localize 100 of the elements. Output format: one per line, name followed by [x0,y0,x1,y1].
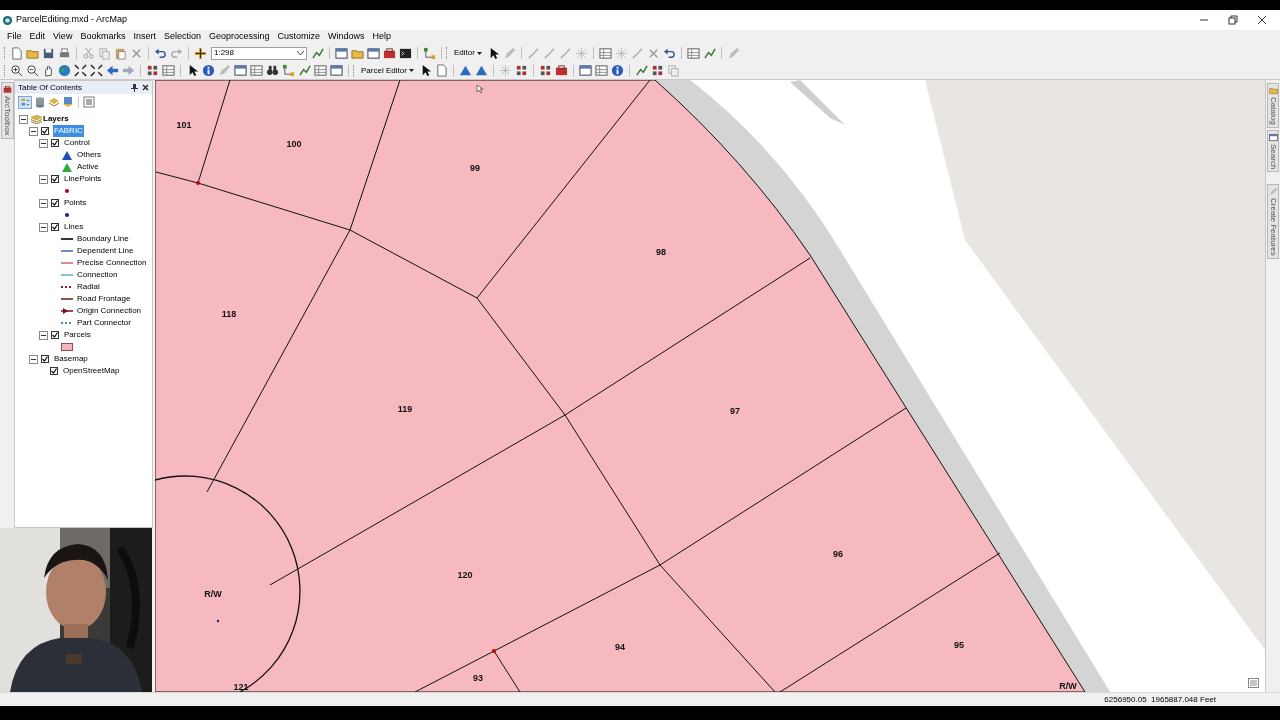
menu-item[interactable]: View [49,30,77,44]
checkbox[interactable] [41,127,49,135]
layer-name[interactable]: Lines [63,221,85,233]
parcel-label: 94 [615,642,625,652]
add-data-icon[interactable] [194,46,207,60]
paste-icon[interactable] [114,46,127,60]
pan-icon[interactable] [42,64,55,77]
layer-name[interactable]: Parcels [63,329,92,341]
window-title: ParcelEditing.mxd - ArcMap [16,13,128,27]
layers-icon[interactable] [48,96,60,108]
menu-item[interactable]: File [3,30,26,44]
parcel-editor-menu[interactable]: Parcel Editor [358,63,417,78]
full-extent-icon[interactable] [58,64,71,77]
layer-name[interactable]: Control [63,137,91,149]
checkbox[interactable] [50,367,58,375]
menu-item[interactable]: Help [368,30,396,44]
close-icon[interactable] [142,84,149,91]
expand-toggle[interactable] [19,114,28,124]
legend-label: Active [77,161,99,173]
database-icon[interactable] [34,96,46,108]
legend-label: Radial [77,281,100,293]
legend-label: Origin Connection [77,305,142,317]
checkbox[interactable] [51,199,59,207]
parcel-label: 121 [233,682,249,692]
menu-item[interactable]: Selection [159,30,205,44]
expand-toggle[interactable] [39,222,48,232]
back-arrow-icon[interactable] [106,64,119,77]
checkbox[interactable] [51,139,59,147]
menu-item[interactable]: Edit [25,30,50,44]
fixed-zoom-in-icon[interactable] [74,64,87,77]
zoom-in-icon[interactable] [10,64,23,77]
checkbox[interactable] [51,223,59,231]
undo-icon[interactable] [154,46,167,60]
pencil-icon [1268,186,1278,196]
expand-toggle[interactable] [39,198,48,208]
save-icon[interactable] [42,46,55,60]
parcel-label: 99 [470,163,480,173]
pin-icon[interactable] [131,83,138,92]
legend-label: Road Frontage [77,293,131,305]
layer-name[interactable]: Basemap [53,353,89,365]
coordinates-readout: 6256950.05 1965887.048 Feet [1104,693,1216,706]
editor-menu[interactable]: Editor [451,46,485,60]
layer-name[interactable]: Layers [42,113,70,125]
attributes-icon[interactable] [686,46,700,60]
menu-item[interactable]: Insert [129,30,160,44]
expand-toggle[interactable] [39,174,48,184]
python-window-icon[interactable] [399,46,412,60]
side-tab[interactable]: ArcToolbox [0,82,14,139]
parcel-window-icon[interactable] [578,64,592,77]
lines-grid-icon[interactable] [594,64,608,77]
expand-toggle[interactable] [39,330,48,340]
parcel-label: 119 [397,404,413,414]
toolbox-icon [2,85,12,94]
panel-title: Table Of Contents [18,81,83,94]
parcel-label: 97 [730,406,740,416]
identify-icon[interactable] [202,64,215,77]
parcel-label: 120 [457,570,473,580]
parcel-label: 95 [954,640,964,650]
expand-toggle[interactable] [29,126,38,136]
parcel-label: R/W [1059,681,1077,691]
scale-dropdown[interactable]: 1:298 [211,46,307,60]
print-icon[interactable] [58,46,71,60]
zoom-out-icon[interactable] [26,64,39,77]
window-icon [1268,132,1278,142]
folder-icon [1268,86,1278,95]
line-point [492,649,496,653]
menu-item[interactable]: Customize [273,30,324,44]
menu-item[interactable]: Geoprocessing [204,30,274,44]
caret-icon [408,69,414,72]
label-tool-icon[interactable] [474,64,488,77]
layer-name[interactable]: Points [63,197,88,209]
expand-toggle[interactable] [29,354,38,364]
layer-name[interactable]: OpenStreetMap [62,365,121,377]
triangle-tool-icon[interactable] [458,64,472,77]
find-icon[interactable] [266,64,279,77]
parcel-label: 96 [833,549,843,559]
menu-item[interactable]: Windows [324,30,369,44]
restore-icon[interactable] [1228,15,1238,25]
side-tab[interactable]: Search [1267,129,1279,172]
checkbox[interactable] [51,175,59,183]
fixed-zoom-out-icon[interactable] [90,64,103,77]
checkbox[interactable] [41,355,49,363]
toolbox-icon[interactable] [383,46,396,60]
list-by-drawing-order-icon[interactable] [18,95,32,109]
model-builder-icon[interactable] [423,46,436,60]
legend-label: Connection [77,269,118,281]
caret-icon [476,51,482,55]
side-tab[interactable]: Create Features [1267,183,1279,259]
layers-icon [31,114,42,124]
close-icon[interactable] [1257,15,1267,25]
layer-name[interactable]: LinePoints [63,173,103,185]
legend-label: Others [77,149,101,161]
parcel-label: 98 [656,247,666,257]
checkbox[interactable] [51,331,59,339]
app-logo-icon [2,14,13,26]
expand-toggle[interactable] [39,138,48,148]
select-features-icon[interactable] [146,64,159,77]
menu-item[interactable]: Bookmarks [76,30,130,44]
chevron-down-icon [297,50,304,56]
side-tab[interactable]: Catalog [1267,83,1279,128]
